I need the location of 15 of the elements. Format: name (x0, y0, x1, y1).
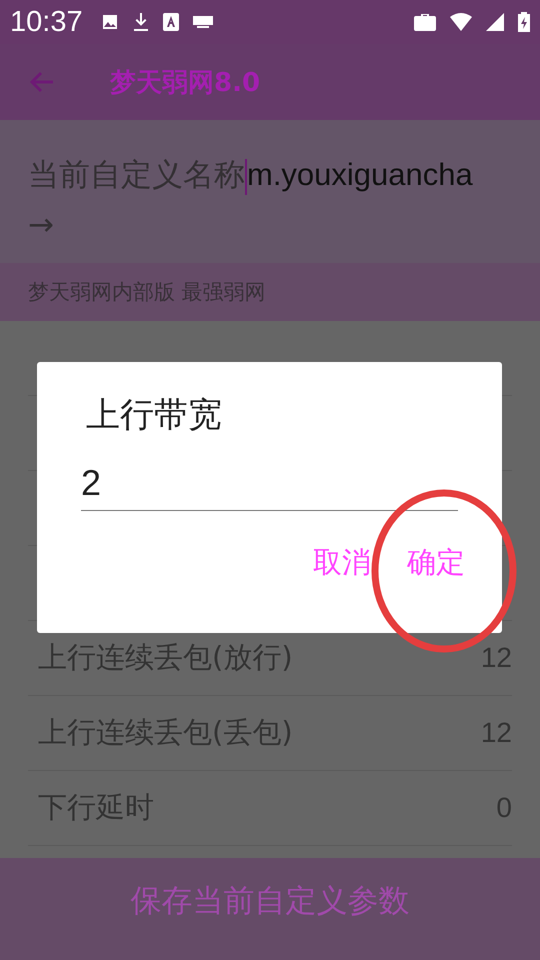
font-icon (162, 13, 179, 31)
dialog-title: 上行带宽 (85, 394, 223, 437)
briefcase-icon (414, 13, 436, 31)
app-title: 梦天弱网8.0 (110, 66, 260, 100)
signal-icon (486, 13, 504, 31)
battery-icon (518, 12, 530, 32)
input-field[interactable]: 2 (81, 462, 458, 511)
wifi-icon (450, 13, 472, 31)
download-icon (132, 13, 149, 31)
keyboard-icon (192, 16, 213, 28)
image-icon (100, 13, 119, 31)
dialog-button[interactable]: 取消 (312, 539, 372, 587)
status-time: 10:37 (10, 6, 83, 38)
dialog-button[interactable]: 确定 (406, 539, 466, 587)
back-arrow-icon[interactable] (29, 70, 55, 94)
